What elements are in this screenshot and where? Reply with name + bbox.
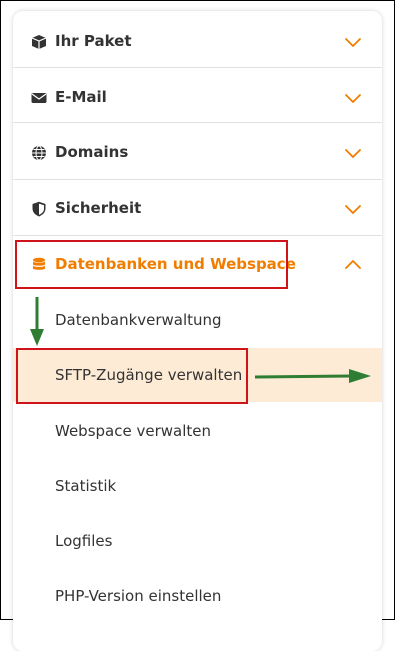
box-icon [31, 35, 47, 49]
menu-section-ihr-paket[interactable]: Ihr Paket [13, 13, 382, 68]
database-icon [33, 257, 45, 270]
submenu-item-statistik[interactable]: Statistik [55, 477, 116, 495]
screenshot-frame: Ihr Paket E-Mail Domains Sicherheit Date… [0, 0, 395, 651]
submenu-item-php-version[interactable]: PHP-Version einstellen [55, 587, 221, 605]
submenu-item-datenbankverwaltung[interactable]: Datenbankverwaltung [55, 311, 222, 329]
menu-section-sicherheit[interactable]: Sicherheit [13, 181, 382, 236]
menu-section-domains[interactable]: Domains [13, 125, 382, 180]
submenu-item-sftp-zugaenge[interactable]: SFTP-Zugänge verwalten [55, 366, 242, 384]
chevron-down-icon[interactable] [344, 36, 362, 48]
envelope-icon [31, 93, 47, 103]
section-label: E-Mail [55, 88, 107, 106]
chevron-down-icon[interactable] [344, 147, 362, 159]
chevron-up-icon[interactable] [344, 259, 362, 271]
menu-section-datenbanken-webspace[interactable]: Datenbanken und Webspace [13, 237, 382, 292]
section-label: Domains [55, 143, 129, 161]
submenu-item-logfiles[interactable]: Logfiles [55, 532, 112, 550]
section-label: Sicherheit [55, 199, 142, 217]
section-label: Datenbanken und Webspace [55, 255, 296, 273]
submenu-item-webspace-verwalten[interactable]: Webspace verwalten [55, 422, 211, 440]
chevron-down-icon[interactable] [344, 203, 362, 215]
sidebar-menu: Ihr Paket E-Mail Domains Sicherheit Date… [13, 11, 382, 651]
section-label: Ihr Paket [55, 32, 132, 50]
shield-icon [32, 201, 46, 217]
globe-icon [32, 145, 46, 161]
chevron-down-icon[interactable] [344, 92, 362, 104]
menu-section-email[interactable]: E-Mail [13, 68, 382, 123]
